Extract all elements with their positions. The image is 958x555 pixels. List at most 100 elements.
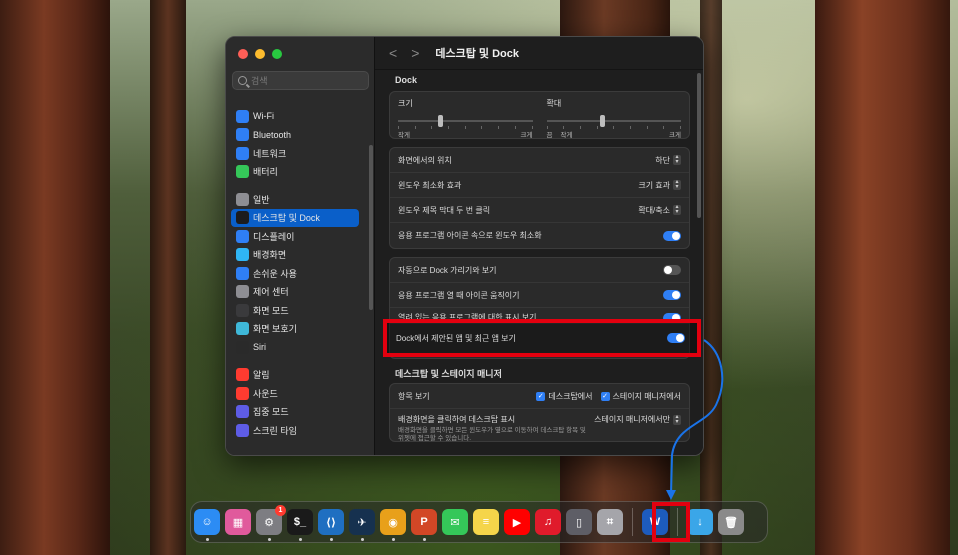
sidebar-scrollbar[interactable] [369,145,373,310]
dock-separator [632,508,633,536]
animate-opening-toggle[interactable] [663,290,681,300]
sidebar-item[interactable]: 화면 보호기 [231,320,359,339]
minimize-effect-row[interactable]: 윈도우 최소화 효과 크기 효과 ▴ ▾ [390,173,689,198]
row-value: 크기 효과 [638,180,670,190]
app-bird-dock-icon[interactable]: ✈ [349,509,375,541]
terminal-dock-icon[interactable]: $_ [287,509,313,541]
screenshot-dock-icon[interactable]: ⌗ [597,509,623,535]
sidebar-item[interactable]: Siri [231,338,359,357]
sidebar-item[interactable]: 배경화면 [231,246,359,265]
tree-trunk [815,0,950,555]
close-button[interactable] [238,49,248,59]
tree-trunk [150,0,186,555]
window-controls [238,49,282,59]
powerpoint-dock-icon[interactable]: P [411,509,437,541]
size-label: 크기 [398,99,413,108]
magnify-slider[interactable] [546,115,681,129]
messages-glyph: ✉ [450,516,460,529]
sidebar-item[interactable]: 집중 모드 [231,403,359,422]
sidebar-item[interactable]: Bluetooth [231,126,359,145]
sidebar-item-label: 화면 보호기 [253,324,297,335]
fullscreen-button[interactable] [272,49,282,59]
running-indicator [206,538,209,541]
main-scrollbar[interactable] [697,73,701,218]
sidebar-item[interactable]: 일반 [231,190,359,209]
siri-icon [236,340,249,354]
section-title-stage-manager: 데스크탑 및 스테이지 매니저 [395,369,502,379]
minimize-into-icon-row: 응용 프로그램 아이콘 속으로 윈도우 최소화 [390,223,689,248]
sidebar-nav: Wi-Fi Bluetooth 네트워크배터리일반데스크탑 및 Dock 디스플레이 배… [231,107,359,440]
magnify-slider-knob[interactable] [600,115,606,127]
sidebar-item[interactable]: 제어 센터 [231,283,359,302]
checkmark-icon: ✓ [600,391,610,401]
youtube-music-dock-icon[interactable]: ♫ [535,509,561,535]
system-settings-dock-icon[interactable]: ⚙ 1 [256,505,286,541]
youtube-dock-icon[interactable]: ▶ [504,509,530,535]
size-slider-knob[interactable] [438,115,444,127]
trash-dock-icon[interactable]: 🗑 [718,509,744,535]
sidebar-item-label: Bluetooth [253,129,292,140]
chrome-dock-icon[interactable]: ◉ [380,509,406,541]
notes-dock-icon[interactable]: ≡ [473,509,499,535]
size-slider[interactable] [398,115,533,129]
sidebar-item-label: 화면 모드 [253,305,289,316]
minimize-button[interactable] [255,49,265,59]
back-button[interactable]: < [389,45,397,61]
row-label: 자동으로 Dock 가리기와 보기 [398,265,497,275]
search-input[interactable] [251,75,361,86]
dock-position-row[interactable]: 화면에서의 위치 하단 ▴ ▾ [390,148,689,173]
popup-stepper-icon[interactable]: ▴ ▾ [673,154,681,165]
page-title: 데스크탑 및 Dock [435,48,519,60]
messages-dock-icon[interactable]: ✉ [442,509,468,535]
popup-stepper-icon[interactable]: ▴ ▾ [673,414,681,425]
popup-stepper-icon[interactable]: ▴ ▾ [673,204,681,215]
row-label: 응용 프로그램 아이콘 속으로 윈도우 최소화 [398,231,542,240]
dock-size-card: 크기 작게 크게 확대 끔 작게 크게 [389,91,690,139]
checkbox-label: 데스크탑에서 [548,391,593,401]
forward-button[interactable]: > [411,45,419,61]
highlighted-setting: Dock에서 제안된 앱 및 최근 앱 보기 [383,319,701,357]
powerpoint-glyph: P [420,516,428,528]
sidebar-item[interactable]: 화면 모드 [231,301,359,320]
downloads-dock-icon[interactable]: ↓ [687,509,713,535]
bell-icon [236,368,249,382]
sidebar-item[interactable]: 데스크탑 및 Dock [231,208,359,227]
sidebar-item-label: 알림 [253,370,270,381]
sidebar-item-label: 네트워크 [253,148,287,159]
sidebar-item[interactable]: Wi-Fi [231,107,359,126]
sidebar-item[interactable]: 알림 [231,366,359,385]
show-items-row: 항목 보기 ✓ 데스크탑에서 ✓ 스테이지 매니저에서 [390,384,689,409]
popup-stepper-icon[interactable]: ▴ ▾ [673,179,681,190]
sidebar-item[interactable]: 네트워크 [231,144,359,163]
section-title-dock: Dock [395,75,418,85]
row-label: 배경화면을 클릭하여 데스크탑 표시 [398,415,516,424]
sidebar-item-label: 데스크탑 및 Dock [253,213,320,224]
sidebar-item[interactable]: 스크린 타임 [231,421,359,440]
launchpad-glyph: ▦ [232,516,244,529]
launchpad-dock-icon[interactable]: ▦ [225,509,251,535]
settings-content: Dock 크기 작게 크게 확대 끔 작게 크게 화면에서의 위치 하단 ▴ ▾… [389,75,690,450]
sidebar-item[interactable]: 배터리 [231,163,359,182]
stage-manager-checkbox[interactable]: ✓ 스테이지 매니저에서 [600,391,681,402]
tree-trunk [0,0,110,555]
desktop-checkbox[interactable]: ✓ 데스크탑에서 [536,391,593,402]
suggested-apps-toggle[interactable] [667,333,685,343]
sidebar-item[interactable]: 디스플레이 [231,227,359,246]
sidebar-item[interactable]: 사운드 [231,384,359,403]
click-wallpaper-row[interactable]: 배경화면을 클릭하여 데스크탑 표시 배경화면을 클릭하면 모든 윈도우가 옆으… [390,409,689,442]
sidebar-item[interactable]: 손쉬운 사용 [231,264,359,283]
minimize-into-icon-toggle[interactable] [663,230,681,241]
search-box[interactable] [232,71,369,90]
autohide-dock-toggle[interactable] [663,265,681,275]
moon-icon [236,405,249,419]
system-settings-window: Wi-FiBluetooth네트워크배터리일반데스크탑 및 Dock디스플레이배… [225,36,704,456]
finder-dock-icon[interactable]: ☺ [194,509,220,541]
vscode-dock-icon[interactable]: ⟨⟩ [318,509,344,541]
size-max-label: 크게 [520,132,533,139]
titlebar-doubleclick-row[interactable]: 윈도우 제목 막대 두 번 클릭 확대/축소 ▴ ▾ [390,198,689,223]
iphone-mirroring-dock-icon[interactable]: ▯ [566,509,592,535]
magnify-slider-group: 확대 끔 작게 크게 [546,98,681,139]
notification-badge: 1 [275,505,286,516]
checkmark-icon: ✓ [536,391,546,401]
sidebar-item-label: 제어 센터 [253,287,289,298]
